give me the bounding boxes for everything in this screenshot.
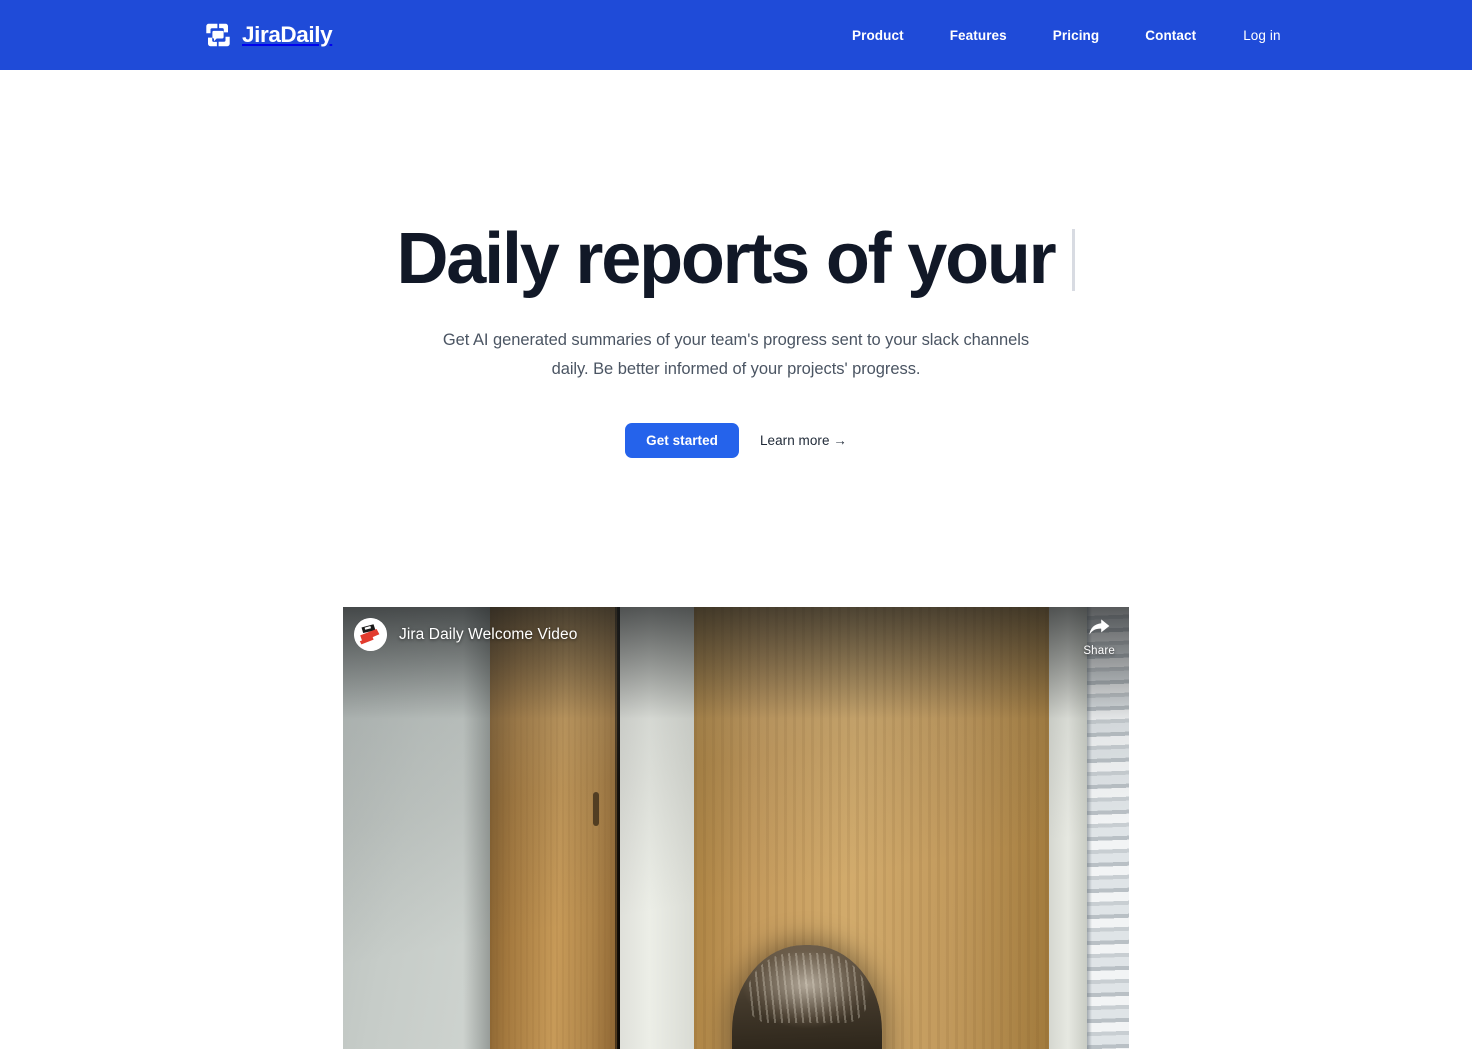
video-player[interactable]: Jira Daily Welcome Video Share — [343, 607, 1129, 1049]
brand-name: JiraDaily — [242, 21, 333, 47]
scene-door-jamb — [620, 607, 694, 1049]
video-thumbnail — [343, 607, 1129, 1049]
share-label: Share — [1083, 645, 1115, 657]
nav-link-product[interactable]: Product — [852, 22, 904, 49]
scene-door-handle — [593, 792, 599, 826]
site-header: JiraDaily Product Features Pricing Conta… — [0, 0, 1472, 70]
hero-title-static: Daily reports of your — [396, 219, 1057, 300]
hero-section: Daily reports of your Get AI generated s… — [0, 70, 1472, 458]
video-title[interactable]: Jira Daily Welcome Video — [399, 626, 577, 644]
hero-actions: Get started Learn more → — [0, 423, 1472, 458]
jiradaily-logo-icon — [203, 20, 233, 50]
page-title: Daily reports of your — [0, 220, 1472, 300]
scene-door-jamb-right — [1049, 607, 1087, 1049]
video-title-row: Jira Daily Welcome Video — [354, 618, 577, 651]
share-button[interactable]: Share — [1083, 618, 1115, 657]
scene-wall-shadow — [463, 607, 493, 1049]
brand-logo-link[interactable]: JiraDaily — [203, 20, 333, 50]
scene-person-head — [732, 945, 882, 1049]
main-navigation: Product Features Pricing Contact Log in — [852, 0, 1281, 70]
scene-blinds-edge — [1087, 607, 1092, 1049]
channel-avatar[interactable] — [354, 618, 387, 651]
scene-window-blinds — [1087, 607, 1129, 1049]
scene-door-left — [490, 607, 617, 1049]
nav-link-contact[interactable]: Contact — [1145, 22, 1196, 49]
scene-person — [732, 945, 882, 1049]
nav-link-pricing[interactable]: Pricing — [1053, 22, 1099, 49]
nav-link-login[interactable]: Log in — [1243, 22, 1280, 49]
hero-subtitle: Get AI generated summaries of your team'… — [442, 331, 1030, 378]
get-started-button[interactable]: Get started — [625, 423, 739, 458]
typing-caret — [1072, 229, 1076, 291]
share-arrow-icon — [1088, 618, 1111, 643]
nav-link-features[interactable]: Features — [950, 22, 1007, 49]
learn-more-link[interactable]: Learn more → — [760, 433, 847, 448]
